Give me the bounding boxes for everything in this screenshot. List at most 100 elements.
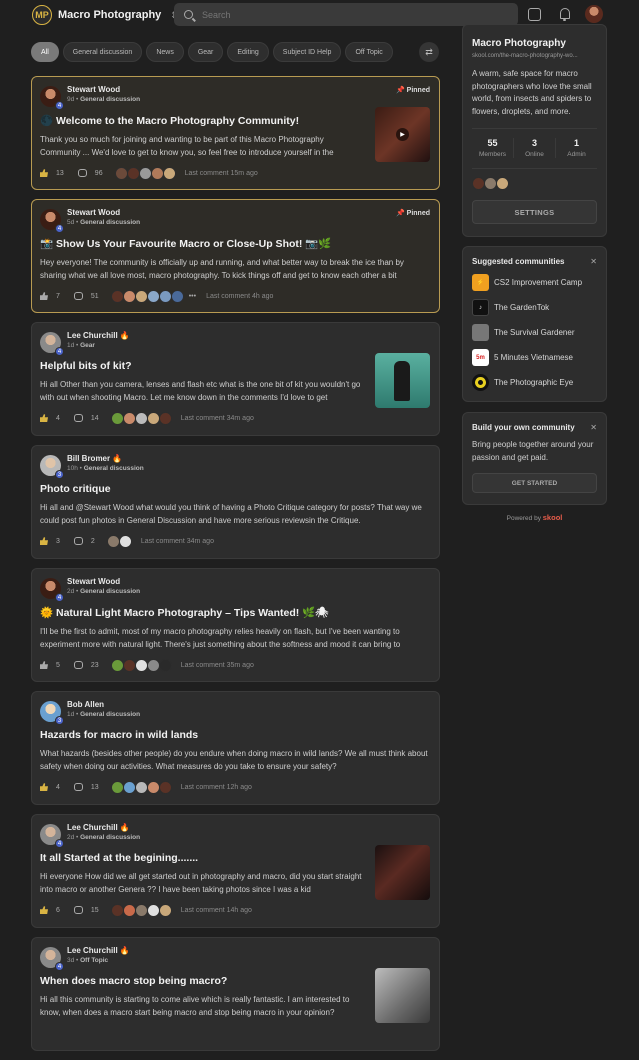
- comment-button[interactable]: 51: [73, 292, 99, 300]
- filter-chip-subject-id[interactable]: Subject ID Help: [272, 42, 342, 62]
- filter-chip-off-topic[interactable]: Off Topic: [345, 42, 393, 62]
- author-avatar[interactable]: 4: [40, 947, 64, 971]
- post-title[interactable]: 🌞 Natural Light Macro Photography – Tips…: [40, 606, 429, 619]
- comment-button[interactable]: 2: [73, 537, 95, 545]
- post-title[interactable]: It all Started at the begining.......: [40, 852, 365, 864]
- get-started-button[interactable]: GET STARTED: [472, 473, 597, 493]
- suggested-community[interactable]: ♪ The GardenTok: [472, 299, 597, 316]
- post-category[interactable]: General discussion: [80, 588, 140, 595]
- suggested-community[interactable]: The Survival Gardener: [472, 324, 597, 341]
- post-category[interactable]: General discussion: [80, 96, 140, 103]
- comment-button[interactable]: 13: [73, 783, 99, 791]
- like-button[interactable]: 6: [40, 906, 60, 914]
- post-excerpt[interactable]: Hi everyone How did we all get started o…: [40, 870, 365, 896]
- comment-button[interactable]: 23: [73, 661, 99, 669]
- search-input[interactable]: [202, 9, 502, 20]
- post-category[interactable]: Gear: [80, 342, 95, 349]
- author-avatar[interactable]: 4: [40, 824, 64, 848]
- post-card[interactable]: 3 Bob Allen 1d • General discussion Haza…: [31, 691, 440, 805]
- post-card[interactable]: 4 Stewart Wood 2d • General discussion 🌞…: [31, 568, 440, 682]
- filter-chip-general[interactable]: General discussion: [62, 42, 143, 62]
- post-title[interactable]: Helpful bits of kit?: [40, 360, 365, 372]
- post-card[interactable]: 4 Lee Churchill 🔥 2d • General discussio…: [31, 814, 440, 928]
- post-excerpt[interactable]: Thank you so much for joining and wantin…: [40, 133, 365, 159]
- post-category[interactable]: General discussion: [84, 465, 144, 472]
- post-excerpt[interactable]: What hazards (besides other people) do y…: [40, 747, 429, 773]
- post-card[interactable]: 4 Lee Churchill 🔥 3d • Off Topic When do…: [31, 937, 440, 1051]
- suggested-community[interactable]: 5m 5 Minutes Vietnamese: [472, 349, 597, 366]
- author-name[interactable]: Lee Churchill 🔥: [67, 332, 130, 340]
- like-button[interactable]: 13: [40, 169, 64, 177]
- post-card[interactable]: 4 Stewart Wood 9d • General discussion 📌…: [31, 76, 440, 190]
- author-name[interactable]: Stewart Wood: [67, 578, 140, 586]
- author-name[interactable]: Stewart Wood: [67, 209, 140, 217]
- post-thumbnail[interactable]: [375, 968, 430, 1023]
- comment-button[interactable]: 96: [77, 169, 103, 177]
- post-excerpt[interactable]: Hi all and @Stewart Wood what would you …: [40, 501, 429, 527]
- author-avatar[interactable]: 4: [40, 578, 64, 602]
- sort-filter-button[interactable]: ⇄: [419, 42, 439, 62]
- author-name[interactable]: Lee Churchill 🔥: [67, 824, 140, 832]
- user-avatar[interactable]: [585, 5, 603, 23]
- post-card[interactable]: 3 Bill Bromer 🔥 10h • General discussion…: [31, 445, 440, 559]
- powered-by[interactable]: Powered by skool: [462, 513, 607, 522]
- like-button[interactable]: 3: [40, 537, 60, 545]
- post-category[interactable]: General discussion: [80, 834, 140, 841]
- post-thumbnail-video[interactable]: ▶: [375, 107, 430, 162]
- chat-icon[interactable]: [528, 8, 541, 21]
- post-category[interactable]: General discussion: [80, 219, 140, 226]
- post-card[interactable]: 4 Lee Churchill 🔥 1d • Gear Helpful bits…: [31, 322, 440, 436]
- filter-chip-gear[interactable]: Gear: [187, 42, 224, 62]
- level-badge: 4: [55, 962, 64, 971]
- post-category[interactable]: General discussion: [80, 711, 140, 718]
- post-title[interactable]: Photo critique: [40, 483, 429, 495]
- like-button[interactable]: 4: [40, 783, 60, 791]
- settings-button[interactable]: SETTINGS: [472, 200, 597, 224]
- member-avatars[interactable]: [472, 168, 597, 190]
- author-avatar[interactable]: 4: [40, 209, 64, 233]
- like-button[interactable]: 5: [40, 661, 60, 669]
- about-community-url[interactable]: skool.com/the-macro-photography-wo...: [472, 53, 597, 59]
- post-excerpt[interactable]: Hey everyone! The community is officiall…: [40, 256, 429, 282]
- more-commenters-icon[interactable]: •••: [189, 293, 196, 300]
- like-button[interactable]: 4: [40, 414, 60, 422]
- suggested-community[interactable]: The Photographic Eye: [472, 374, 597, 391]
- stat-admin[interactable]: 1 Admin: [556, 138, 597, 158]
- suggested-community[interactable]: ⚡ CS2 Improvement Camp: [472, 274, 597, 291]
- comment-button[interactable]: 15: [73, 906, 99, 914]
- like-button[interactable]: 7: [40, 292, 60, 300]
- filter-chip-news[interactable]: News: [146, 42, 184, 62]
- post-title[interactable]: When does macro stop being macro?: [40, 975, 365, 987]
- stat-members[interactable]: 55 Members: [472, 138, 514, 158]
- close-icon[interactable]: ✕: [590, 423, 597, 432]
- author-name[interactable]: Stewart Wood: [67, 86, 140, 94]
- post-category[interactable]: Off Topic: [80, 957, 108, 964]
- author-avatar[interactable]: 4: [40, 86, 64, 110]
- skool-logo[interactable]: skool: [543, 513, 563, 522]
- post-excerpt[interactable]: Hi all Other than you camera, lenses and…: [40, 378, 365, 404]
- post-title[interactable]: Hazards for macro in wild lands: [40, 729, 429, 741]
- post-thumbnail[interactable]: [375, 845, 430, 900]
- community-logo[interactable]: MP: [32, 5, 52, 25]
- post-excerpt[interactable]: Hi all this community is starting to com…: [40, 993, 365, 1019]
- bell-icon[interactable]: [558, 8, 571, 21]
- about-community-name[interactable]: Macro Photography: [472, 38, 597, 49]
- post-title[interactable]: 🌑 Welcome to the Macro Photography Commu…: [40, 114, 365, 127]
- author-avatar[interactable]: 3: [40, 455, 64, 479]
- community-name[interactable]: Macro Photography: [58, 9, 161, 21]
- post-card[interactable]: 4 Stewart Wood 5d • General discussion 📌…: [31, 199, 440, 313]
- author-name[interactable]: Lee Churchill 🔥: [67, 947, 130, 955]
- author-avatar[interactable]: 4: [40, 332, 64, 356]
- author-name[interactable]: Bob Allen: [67, 701, 140, 709]
- close-icon[interactable]: ✕: [590, 257, 597, 266]
- search-bar[interactable]: [174, 3, 518, 26]
- post-title[interactable]: 📸 Show Us Your Favourite Macro or Close-…: [40, 237, 429, 250]
- comment-button[interactable]: 14: [73, 414, 99, 422]
- filter-chip-editing[interactable]: Editing: [227, 42, 269, 62]
- post-thumbnail[interactable]: [375, 353, 430, 408]
- stat-online[interactable]: 3 Online: [514, 138, 556, 158]
- post-excerpt[interactable]: I'll be the first to admit, most of my m…: [40, 625, 429, 651]
- author-name[interactable]: Bill Bromer 🔥: [67, 455, 144, 463]
- filter-chip-all[interactable]: All: [31, 42, 59, 62]
- author-avatar[interactable]: 3: [40, 701, 64, 725]
